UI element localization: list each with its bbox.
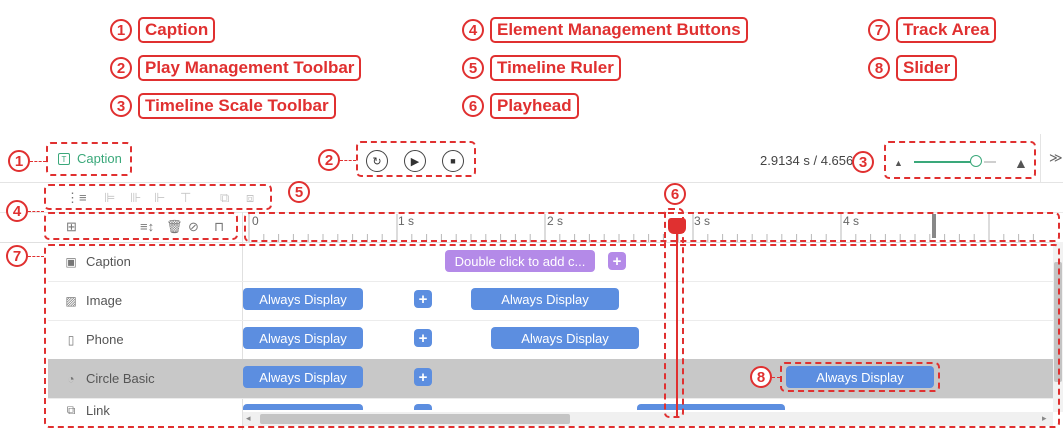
legend-label: Track Area [896,17,997,43]
callout-1: 1 [8,150,30,172]
legend-item-track-area: 7 Track Area [868,17,997,43]
legend-label: Playhead [490,93,579,119]
annotation-box-scale-toolbar [884,141,1036,179]
legend-item-element-buttons: 4 Element Management Buttons [462,17,748,43]
legend-item-caption: 1 Caption [110,17,216,43]
annotation-box-play-toolbar [356,141,476,177]
legend-number: 7 [868,19,890,41]
callout-3: 3 [852,151,874,173]
legend-label: Element Management Buttons [490,17,748,43]
annotation-box-buttons-top [44,184,272,210]
time-display: 2.9134 s / 4.6567 [760,153,861,168]
legend-number: 6 [462,95,484,117]
legend-label: Timeline Scale Toolbar [138,93,336,119]
annotation-box-slider [780,362,940,392]
annotation-box-track-area [44,244,1060,428]
annotation-box-caption [46,142,132,176]
callout-leader [28,211,44,212]
annotation-box-ruler [244,212,1060,242]
legend-number: 4 [462,19,484,41]
legend-label: Caption [138,17,216,43]
callout-leader [28,256,44,257]
legend-number: 1 [110,19,132,41]
legend-number: 2 [110,57,132,79]
callout-4: 4 [6,200,28,222]
legend-number: 5 [462,57,484,79]
legend-label: Play Management Toolbar [138,55,362,81]
legend-number: 8 [868,57,890,79]
legend-label: Slider [896,55,958,81]
callout-leader [340,160,356,161]
toolbar-divider [1040,134,1041,182]
legend-item-play-toolbar: 2 Play Management Toolbar [110,55,362,81]
legend-label: Timeline Ruler [490,55,621,81]
legend-item-ruler: 5 Timeline Ruler [462,55,621,81]
callout-7: 7 [6,245,28,267]
legend-item-playhead: 6 Playhead [462,93,579,119]
callout-leader [30,161,46,162]
callout-8: 8 [750,366,772,388]
legend-number: 3 [110,95,132,117]
legend-item-slider: 8 Slider [868,55,958,81]
callout-2: 2 [318,149,340,171]
collapse-chevron-icon[interactable]: ≫ [1049,150,1063,166]
callout-leader [772,377,780,378]
callout-6: 6 [664,183,686,205]
callout-5: 5 [288,181,310,203]
annotation-box-buttons-bottom [44,212,238,240]
legend-item-scale-toolbar: 3 Timeline Scale Toolbar [110,93,336,119]
